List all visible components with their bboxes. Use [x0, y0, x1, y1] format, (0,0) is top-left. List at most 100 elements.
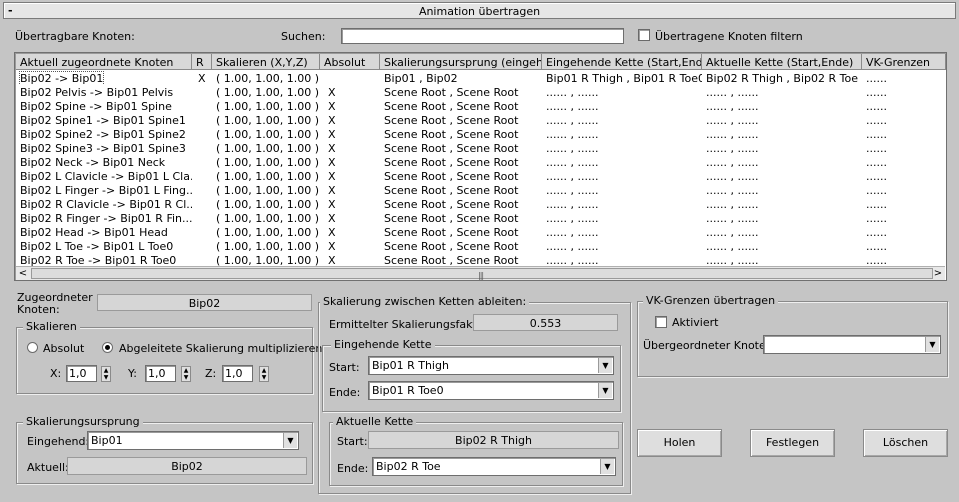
filter-transferred-checkbox[interactable] — [638, 29, 650, 41]
table-row[interactable]: Bip02 Spine2 -> Bip01 Spine2 ( 1.00, 1.00… — [16, 127, 945, 141]
cell-text: Scene Root , Scene Root — [384, 184, 519, 197]
assigned-node-label-line2: Knoten: — [17, 303, 60, 316]
cell-text: Bip02 L Toe -> Bip01 L Toe0 — [20, 240, 174, 253]
z-label: Z: — [205, 367, 217, 380]
cell-text: ...... , ...... — [546, 156, 599, 169]
current-end-value: Bip02 R Toe — [376, 460, 441, 473]
cell-text: ...... , ...... — [546, 114, 599, 127]
column-header[interactable]: Skalieren (X,Y,Z) — [212, 54, 320, 70]
table-cell: ( 1.00, 1.00, 1.00 ) — [212, 239, 320, 253]
table-row[interactable]: Bip02 Pelvis -> Bip01 Pelvis ( 1.00, 1.00… — [16, 85, 945, 99]
scale-group — [16, 327, 313, 394]
chevron-down-icon[interactable]: ▼ — [925, 337, 939, 352]
table-cell: ...... , ...... — [702, 85, 862, 99]
activated-checkbox[interactable] — [655, 316, 667, 328]
table-row[interactable]: Bip02 L Clavicle -> Bip01 L Cla... ( 1.00… — [16, 169, 945, 183]
y-label: Y: — [128, 367, 137, 380]
scroll-left-arrow-icon[interactable]: < — [16, 267, 30, 280]
z-scale-spinner-arrows-icon[interactable]: ▲ ▼ — [259, 366, 269, 382]
table-cell: ...... — [862, 197, 946, 211]
cell-text: ...... , ...... — [546, 170, 599, 183]
table-cell: Bip02 R Thigh , Bip02 R Toe — [702, 71, 862, 85]
table-cell: ( 1.00, 1.00, 1.00 ) — [212, 71, 320, 85]
table-row[interactable]: Bip02 Head -> Bip01 Head ( 1.00, 1.00, 1.… — [16, 225, 945, 239]
chevron-down-icon[interactable]: ▼ — [600, 459, 614, 474]
table-row[interactable]: Bip02 R Finger -> Bip01 R Fin... ( 1.00, … — [16, 211, 945, 225]
column-header[interactable]: R — [192, 54, 212, 70]
table-row[interactable]: Bip02 -> Bip01 X ( 1.00, 1.00, 1.00 ) Bip01… — [16, 71, 945, 85]
cell-text: ...... , ...... — [706, 142, 759, 155]
table-row[interactable]: Bip02 R Clavicle -> Bip01 R Cl... ( 1.00,… — [16, 197, 945, 211]
table-cell: ...... , ...... — [542, 253, 702, 267]
origin-incoming-dropdown[interactable]: Bip01 ▼ — [87, 431, 299, 450]
table-cell: ( 1.00, 1.00, 1.00 ) — [212, 253, 320, 267]
table-cell: Scene Root , Scene Root — [380, 211, 542, 225]
origin-incoming-label: Eingehend: — [27, 435, 90, 448]
table-row[interactable]: Bip02 Spine3 -> Bip01 Spine3 ( 1.00, 1.00… — [16, 141, 945, 155]
parent-node-dropdown[interactable]: ▼ — [763, 335, 941, 354]
column-header[interactable]: Absolut — [320, 54, 380, 70]
cell-text: ...... , ...... — [706, 114, 759, 127]
incoming-start-dropdown[interactable]: Bip01 R Thigh ▼ — [368, 356, 614, 375]
chevron-down-icon[interactable]: ▼ — [598, 383, 612, 398]
column-header[interactable]: Skalierungsursprung (eingeh... — [380, 54, 542, 70]
table-cell: ...... , ...... — [702, 113, 862, 127]
table-cell: ( 1.00, 1.00, 1.00 ) — [212, 197, 320, 211]
cell-text: X — [328, 114, 336, 127]
scroll-thumb[interactable]: ||| — [31, 268, 933, 280]
cell-text: Bip02 R Clavicle -> Bip01 R Cl... — [20, 198, 192, 211]
cell-text: X — [328, 226, 336, 239]
cell-text: ...... , ...... — [706, 240, 759, 253]
table-row[interactable]: Bip02 Spine -> Bip01 Spine ( 1.00, 1.00, … — [16, 99, 945, 113]
incoming-start-label: Start: — [329, 361, 360, 374]
cell-text: ...... , ...... — [706, 184, 759, 197]
scale-origin-group-title: Skalierungsursprung — [23, 415, 143, 428]
table-cell: ...... — [862, 113, 946, 127]
column-header[interactable]: Eingehende Kette (Start,Ende) — [542, 54, 702, 70]
current-end-dropdown[interactable]: Bip02 R Toe ▼ — [372, 457, 616, 476]
column-header[interactable]: Aktuell zugeordnete Knoten — [16, 54, 192, 70]
cell-text: ...... , ...... — [706, 100, 759, 113]
table-cell: ...... , ...... — [542, 183, 702, 197]
cell-text: X — [328, 128, 336, 141]
y-scale-spinner-arrows-icon[interactable]: ▲ ▼ — [181, 366, 191, 382]
cell-text: Scene Root , Scene Root — [384, 100, 519, 113]
horizontal-scrollbar[interactable]: < ||| > — [16, 266, 945, 280]
current-start-field: Bip02 R Thigh — [368, 431, 619, 449]
rollout-title-bar[interactable]: - Animation übertragen — [3, 2, 956, 19]
cell-text: ( 1.00, 1.00, 1.00 ) — [216, 100, 320, 113]
search-input[interactable] — [341, 28, 624, 44]
table-row[interactable]: Bip02 Neck -> Bip01 Neck ( 1.00, 1.00, 1.… — [16, 155, 945, 169]
table-cell — [192, 253, 212, 267]
cell-text: ...... , ...... — [546, 226, 599, 239]
chevron-down-icon[interactable]: ▼ — [598, 358, 612, 373]
scroll-right-arrow-icon[interactable]: > — [931, 267, 945, 280]
column-header[interactable]: VK-Grenzen — [862, 54, 946, 70]
table-cell: ...... , ...... — [542, 197, 702, 211]
table-cell: ...... , ...... — [702, 141, 862, 155]
table-cell: ...... , ...... — [542, 127, 702, 141]
node-mapping-table[interactable]: Aktuell zugeordnete Knoten R Skalieren (X,… — [14, 52, 947, 281]
get-button[interactable]: Holen — [637, 429, 722, 457]
y-scale-input[interactable]: 1,0 — [145, 365, 176, 382]
cell-text: Bip01 , Bip02 — [384, 72, 458, 85]
table-row[interactable]: Bip02 Spine1 -> Bip01 Spine1 ( 1.00, 1.00… — [16, 113, 945, 127]
cell-text: ( 1.00, 1.00, 1.00 ) — [216, 198, 320, 211]
x-scale-spinner-arrows-icon[interactable]: ▲ ▼ — [101, 366, 111, 382]
table-cell: X — [192, 71, 212, 85]
incoming-end-dropdown[interactable]: Bip01 R Toe0 ▼ — [368, 381, 614, 400]
activated-label: Aktiviert — [672, 316, 719, 329]
z-scale-input[interactable]: 1,0 — [222, 365, 253, 382]
delete-button[interactable]: Löschen — [863, 429, 948, 457]
column-header[interactable]: Aktuelle Kette (Start,Ende) — [702, 54, 862, 70]
cell-text: Scene Root , Scene Root — [384, 128, 519, 141]
radio-absolute[interactable] — [27, 342, 38, 353]
x-scale-input[interactable]: 1,0 — [66, 365, 97, 382]
table-row[interactable]: Bip02 R Toe -> Bip01 R Toe0 ( 1.00, 1.00,… — [16, 253, 945, 267]
radio-multiply-derived[interactable] — [102, 342, 113, 353]
table-cell: X — [320, 85, 380, 99]
table-row[interactable]: Bip02 L Toe -> Bip01 L Toe0 ( 1.00, 1.00,… — [16, 239, 945, 253]
chevron-down-icon[interactable]: ▼ — [283, 433, 297, 448]
set-button[interactable]: Festlegen — [750, 429, 835, 457]
table-row[interactable]: Bip02 L Finger -> Bip01 L Fing... ( 1.00,… — [16, 183, 945, 197]
